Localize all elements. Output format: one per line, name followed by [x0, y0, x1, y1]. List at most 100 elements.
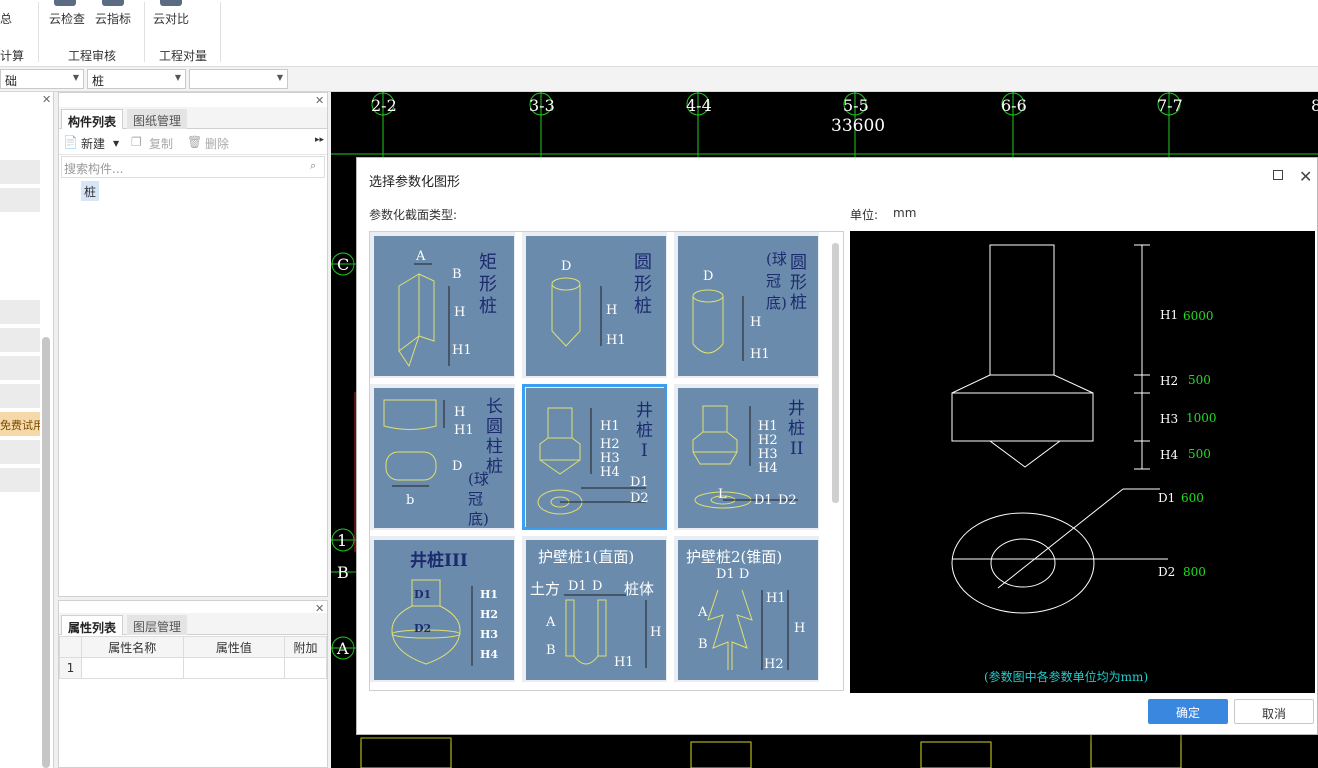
cloud-index-button[interactable]: 云指标: [95, 10, 131, 27]
nav-item[interactable]: [0, 440, 40, 464]
shape-option-well-pile-2[interactable]: H1 H2 H3 H4 L D1 D2 井桩 II: [674, 384, 819, 530]
nav-item[interactable]: [0, 328, 40, 352]
dialog-title: 选择参数化图形: [369, 175, 461, 190]
left-nav-panel: ✕ 免费试用: [0, 92, 54, 768]
table-row[interactable]: 1: [59, 657, 327, 679]
svg-text:D2: D2: [630, 491, 649, 506]
tab-property-list[interactable]: 属性列表: [61, 615, 124, 635]
svg-text:A: A: [697, 605, 708, 620]
property-value-cell[interactable]: [182, 657, 286, 679]
cloud-compare-button[interactable]: 云对比: [153, 10, 189, 27]
component-tabs: 构件列表 图纸管理: [59, 107, 327, 129]
svg-text:H: H: [794, 621, 805, 636]
chevron-down-icon: ▼: [276, 73, 283, 82]
chevron-down-icon: ▼: [174, 73, 181, 82]
nav-item[interactable]: [0, 356, 40, 380]
cloud-check-button[interactable]: 云检查: [49, 10, 85, 27]
nav-item[interactable]: [0, 468, 40, 492]
shape-option-well-pile-1[interactable]: H1 H2 H3 H4 D1 D2 井桩I: [522, 384, 667, 530]
free-trial-badge[interactable]: 免费试用: [0, 412, 40, 436]
shape-option-retaining-pile-1[interactable]: 护壁桩1(直面) 土方 D1 D 桩体 A B H H1: [522, 536, 667, 682]
property-extra-cell[interactable]: [284, 657, 327, 679]
category-select[interactable]: 础 ▼: [0, 69, 84, 89]
nav-item[interactable]: [0, 384, 40, 408]
svg-text:长: 长: [486, 397, 503, 417]
chevron-down-icon[interactable]: ▼: [113, 139, 119, 148]
ribbon-group-review: 工程审核: [68, 49, 117, 63]
nav-item[interactable]: [0, 300, 40, 324]
axis-label: 6-6: [1001, 96, 1027, 115]
column-header: 属性值: [182, 636, 286, 658]
close-icon[interactable]: ✕: [1299, 167, 1312, 186]
dimension-text: 33600: [831, 116, 885, 136]
shape-grid-scrollbar[interactable]: [832, 243, 839, 503]
tab-component-list[interactable]: 构件列表: [61, 109, 124, 129]
param-name: H2: [1160, 374, 1178, 388]
svg-text:矩: 矩: [479, 252, 497, 273]
svg-text:H: H: [750, 315, 761, 330]
param-name: D1: [1158, 491, 1175, 505]
svg-text:底): 底): [766, 294, 787, 312]
search-icon[interactable]: ⌕: [310, 159, 316, 173]
svg-text:井: 井: [788, 399, 805, 419]
svg-text:桩体: 桩体: [624, 580, 654, 598]
svg-text:B: B: [546, 643, 556, 658]
svg-text:H4: H4: [600, 465, 620, 480]
row-label: C: [337, 255, 349, 274]
shape-option-round-pile[interactable]: D H H1 圆形桩: [522, 232, 667, 378]
param-name: H3: [1160, 412, 1178, 426]
component-search-input[interactable]: 搜索构件...: [61, 156, 325, 178]
tree-item-pile[interactable]: 桩: [81, 181, 99, 201]
ok-button[interactable]: 确定: [1148, 699, 1228, 724]
nav-item[interactable]: [0, 188, 40, 212]
nav-item[interactable]: [0, 160, 40, 184]
close-icon[interactable]: ✕: [315, 94, 324, 107]
property-table: 属性名称 属性值 附加 1: [59, 636, 327, 679]
ribbon-group-compare: 工程对量: [159, 49, 208, 63]
cancel-button[interactable]: 取消: [1234, 699, 1314, 724]
svg-text:土方: 土方: [530, 580, 560, 598]
expand-icon[interactable]: ▸▸: [315, 135, 324, 145]
cloud-compare-icon: [160, 0, 182, 6]
index-header: [59, 636, 82, 658]
ribbon-partial-label[interactable]: 总: [0, 10, 12, 27]
shape-option-retaining-pile-2[interactable]: 护壁桩2(锥面) D1 D A B H1 H H2: [674, 536, 819, 682]
section-label: 参数化截面类型:: [369, 208, 458, 222]
shape-option-long-round-pile[interactable]: H H1 Db 长圆柱桩 (球冠底): [370, 384, 515, 530]
tab-layer-manage[interactable]: 图层管理: [127, 615, 188, 635]
svg-text:圆: 圆: [790, 253, 807, 273]
shape-thumbnail: D H H1 圆形桩: [526, 236, 666, 376]
svg-text:H2: H2: [600, 437, 620, 452]
tab-drawing-manage[interactable]: 图纸管理: [127, 109, 188, 129]
property-name-cell[interactable]: [80, 657, 184, 679]
svg-text:D: D: [703, 269, 713, 284]
delete-button[interactable]: 删除: [205, 135, 229, 152]
row-label: B: [337, 563, 349, 582]
trash-icon: 🗑: [187, 135, 203, 149]
svg-text:A: A: [545, 615, 556, 630]
new-button[interactable]: 新建: [81, 135, 105, 152]
type-select[interactable]: 桩 ▼: [87, 69, 186, 89]
shape-option-rect-pile[interactable]: A B H H1 矩形桩: [370, 232, 515, 378]
param-value: 1000: [1186, 411, 1217, 425]
maximize-icon[interactable]: [1273, 170, 1283, 180]
svg-text:H4: H4: [480, 648, 498, 661]
new-icon: 📄: [63, 135, 78, 149]
param-value: 500: [1188, 447, 1211, 461]
extra-select[interactable]: ▼: [189, 69, 288, 89]
close-icon[interactable]: ✕: [42, 93, 51, 106]
svg-text:I: I: [641, 441, 648, 461]
shape-thumbnail: H H1 Db 长圆柱桩 (球冠底): [374, 388, 514, 528]
cloud-index-icon: [102, 0, 124, 6]
axis-label: 5-5: [843, 96, 869, 115]
cloud-check-icon: [54, 0, 76, 6]
svg-text:D1: D1: [414, 588, 431, 601]
svg-text:D: D: [561, 259, 571, 274]
shape-thumbnail: 护壁桩2(锥面) D1 D A B H1 H H2: [678, 540, 818, 680]
shape-option-round-pile-dome[interactable]: D H H1 圆形桩 (球冠底): [674, 232, 819, 378]
component-list-panel: ✕ 构件列表 图纸管理 📄 新建 ▼ ❐ 复制 🗑 删除 ▸▸ 搜索构件... …: [58, 92, 328, 597]
left-panel-scrollbar[interactable]: [42, 337, 50, 768]
svg-text:H3: H3: [758, 447, 778, 462]
shape-option-well-pile-3[interactable]: 井桩III D1 D2 H1 H2 H3 H4: [370, 536, 515, 682]
copy-button[interactable]: 复制: [149, 135, 173, 152]
